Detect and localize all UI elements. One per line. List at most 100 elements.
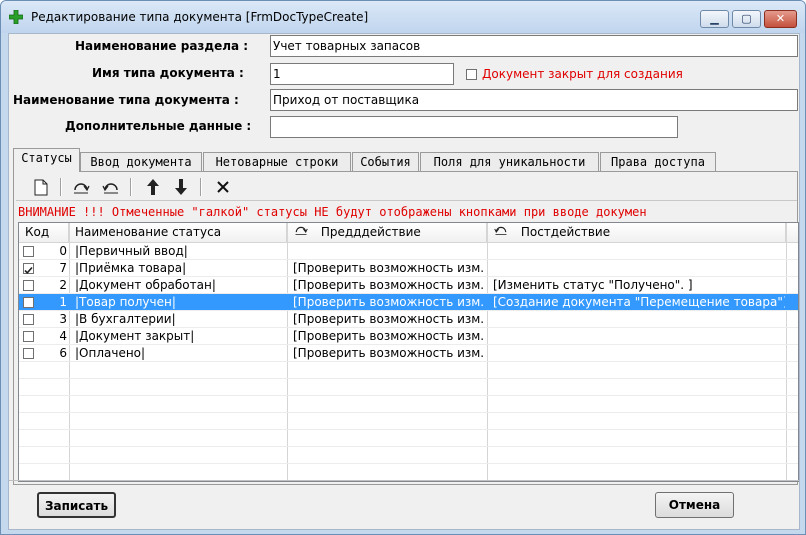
footer-divider bbox=[9, 480, 799, 481]
row-code: 7 bbox=[59, 261, 67, 275]
column-header-pre-action[interactable]: Предддействие bbox=[287, 223, 487, 242]
empty-row bbox=[19, 447, 798, 464]
column-header-code[interactable]: Код bbox=[19, 223, 69, 242]
tab-access-rights[interactable]: Права доступа bbox=[600, 152, 716, 171]
type-title-field[interactable]: Приход от поставщика bbox=[270, 89, 798, 111]
type-name-field[interactable]: 1 bbox=[270, 63, 454, 85]
row-code: 6 bbox=[59, 346, 67, 360]
window-title: Редактирование типа документа [FrmDocTyp… bbox=[31, 10, 369, 24]
empty-row bbox=[19, 362, 798, 379]
table-row[interactable]: 4 |Документ закрыт| [Проверить возможность… bbox=[19, 328, 798, 345]
row-code: 0 bbox=[59, 244, 67, 258]
table-row[interactable]: 6 |Оплачено| [Проверить возможность изм... bbox=[19, 345, 798, 362]
empty-row bbox=[19, 396, 798, 413]
warning-message: ВНИМАНИЕ !!! Отмеченные "галкой" статусы… bbox=[18, 205, 647, 219]
empty-row bbox=[19, 464, 798, 481]
row-checkbox[interactable] bbox=[23, 297, 34, 308]
tab-non-goods-lines[interactable]: Нетоварные строки bbox=[203, 152, 351, 171]
closed-checkbox-label: Документ закрыт для создания bbox=[482, 67, 683, 81]
move-up-icon[interactable] bbox=[142, 176, 164, 198]
row-status-name: |Приёмка товара| bbox=[75, 261, 187, 275]
row-code: 1 bbox=[59, 295, 67, 309]
row-checkbox[interactable] bbox=[23, 348, 34, 359]
row-code: 2 bbox=[59, 278, 67, 292]
table-row[interactable]: 7 |Приёмка товара| [Проверить возможность … bbox=[19, 260, 798, 277]
title-bar[interactable]: Редактирование типа документа [FrmDocTyp… bbox=[1, 1, 805, 33]
row-pre-action: [Проверить возможность изм... bbox=[293, 278, 485, 292]
toolbar-separator bbox=[60, 178, 62, 196]
statuses-table[interactable]: Код Наименование статуса Предддействие П… bbox=[18, 222, 799, 482]
row-status-name: |Товар получен| bbox=[75, 295, 176, 309]
tab-statuses[interactable]: Статусы bbox=[13, 148, 80, 172]
row-pre-action: [Проверить возможность изм... bbox=[293, 295, 485, 309]
statuses-panel: ВНИМАНИЕ !!! Отмеченные "галкой" статусы… bbox=[13, 171, 799, 485]
minimize-button[interactable]: ▁ bbox=[700, 10, 729, 28]
tab-uniqueness-fields[interactable]: Поля для уникальности bbox=[420, 152, 599, 171]
extra-data-field[interactable] bbox=[270, 116, 678, 138]
column-header-status-name[interactable]: Наименование статуса bbox=[69, 223, 287, 242]
dialog-window: Редактирование типа документа [FrmDocTyp… bbox=[0, 0, 806, 535]
section-field[interactable]: Учет товарных запасов bbox=[270, 35, 798, 57]
table-row[interactable]: 1 |Товар получен| [Проверить возможность и… bbox=[19, 294, 798, 311]
pre-action-icon[interactable] bbox=[70, 176, 92, 198]
checkmark-icon bbox=[24, 266, 33, 274]
tab-document-input[interactable]: Ввод документа bbox=[80, 152, 202, 171]
row-status-name: |В бухгалтерии| bbox=[75, 312, 176, 326]
app-cross-icon bbox=[9, 10, 23, 24]
save-button[interactable]: Записать bbox=[37, 492, 116, 518]
row-post-action: [Изменить статус "Получено". ] bbox=[493, 278, 693, 292]
row-checkbox[interactable] bbox=[23, 331, 34, 342]
table-row[interactable]: 0 |Первичный ввод| bbox=[19, 243, 798, 260]
type-name-label: Имя типа документа : bbox=[92, 66, 244, 80]
table-row[interactable]: 3 |В бухгалтерии| [Проверить возможность и… bbox=[19, 311, 798, 328]
pre-action-header-label: Предддействие bbox=[320, 225, 421, 239]
row-checkbox[interactable] bbox=[23, 263, 34, 274]
row-code: 3 bbox=[59, 312, 67, 326]
tab-strip: Статусы Ввод документа Нетоварные строки… bbox=[9, 148, 799, 172]
cancel-button[interactable]: Отмена bbox=[655, 492, 734, 518]
row-status-name: |Документ закрыт| bbox=[75, 329, 195, 343]
row-code: 4 bbox=[59, 329, 67, 343]
post-action-header-label: Постдействие bbox=[520, 225, 611, 239]
toolbar-separator bbox=[200, 178, 202, 196]
row-checkbox[interactable] bbox=[23, 314, 34, 325]
closed-checkbox[interactable] bbox=[466, 69, 477, 80]
column-header-post-action[interactable]: Постдействие bbox=[487, 223, 786, 242]
row-status-name: |Документ обработан| bbox=[75, 278, 216, 292]
row-post-action bbox=[493, 328, 785, 344]
row-status-name: |Первичный ввод| bbox=[75, 244, 188, 258]
empty-row bbox=[19, 413, 798, 430]
row-checkbox[interactable] bbox=[23, 280, 34, 291]
empty-row bbox=[19, 379, 798, 396]
row-pre-action: [Проверить возможность изм... bbox=[293, 312, 485, 326]
row-status-name: |Оплачено| bbox=[75, 346, 146, 360]
row-post-action bbox=[493, 345, 785, 361]
tab-events[interactable]: События bbox=[352, 152, 419, 171]
row-pre-action: [Проверить возможность изм... bbox=[293, 261, 485, 275]
row-pre-action: [Проверить возможность изм... bbox=[293, 346, 485, 360]
row-checkbox[interactable] bbox=[23, 246, 34, 257]
row-pre-action: [Проверить возможность изм... bbox=[293, 329, 485, 343]
maximize-button[interactable]: ▢ bbox=[732, 10, 761, 28]
toolbar bbox=[16, 174, 797, 201]
delete-icon[interactable] bbox=[212, 176, 234, 198]
table-row[interactable]: 2 |Документ обработан| [Проверить возможно… bbox=[19, 277, 798, 294]
close-button[interactable]: ✕ bbox=[764, 10, 797, 28]
dialog-body: Наименование раздела : Учет товарных зап… bbox=[8, 33, 800, 530]
row-post-action bbox=[493, 260, 785, 276]
new-document-icon[interactable] bbox=[30, 176, 52, 198]
toolbar-separator bbox=[130, 178, 132, 196]
row-post-action bbox=[493, 311, 785, 327]
post-action-icon bbox=[493, 225, 513, 239]
row-pre-action bbox=[293, 243, 485, 259]
row-post-action: [Создание документа "Перемещение товара"… bbox=[493, 295, 785, 309]
row-post-action bbox=[493, 243, 785, 259]
table-header: Код Наименование статуса Предддействие П… bbox=[19, 223, 798, 243]
move-down-icon[interactable] bbox=[170, 176, 192, 198]
empty-row bbox=[19, 430, 798, 447]
section-label: Наименование раздела : bbox=[75, 39, 249, 53]
pre-action-icon bbox=[293, 225, 313, 239]
post-action-icon[interactable] bbox=[100, 176, 122, 198]
extra-data-label: Дополнительные данные : bbox=[65, 119, 252, 133]
type-title-label: Наименование типа документа : bbox=[13, 93, 239, 107]
